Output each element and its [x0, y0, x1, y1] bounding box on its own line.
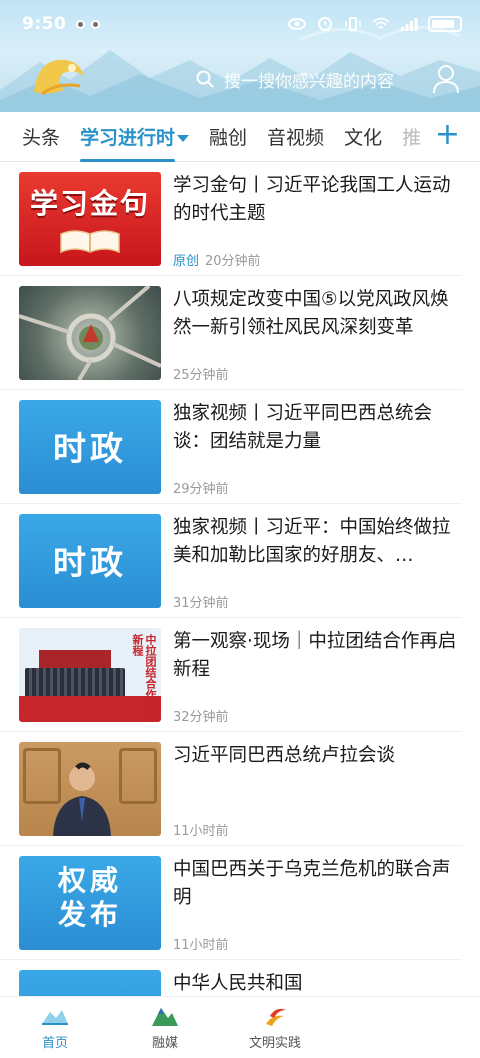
nav-label: 首页 [41, 1036, 68, 1051]
news-time: 31分钟前 [173, 596, 229, 611]
thumbnail-image [19, 970, 161, 996]
search-placeholder: 搜一搜你感兴趣的内容 [224, 71, 394, 92]
news-title: 习近平同巴西总统卢拉会谈 [173, 745, 396, 766]
add-channel-icon[interactable]: + [435, 120, 460, 150]
origin-badge: 原创 [173, 254, 200, 269]
status-bar: 9:50 [0, 0, 480, 48]
status-time: 9:50 [22, 14, 67, 34]
battery-icon [428, 16, 462, 32]
news-meta: 11小时前 [173, 934, 229, 953]
caret-down-icon [177, 135, 190, 142]
thumbnail-image: 中拉团结合作再启新程 [19, 628, 161, 722]
list-item[interactable]: 学习金句 学习金句丨习近平论我国工人运动的时代主题 原创 20分钟前 [0, 162, 462, 276]
channel-tabs: 头条 学习进行时 融创 音视频 文化 推 + [0, 112, 480, 162]
user-icon[interactable] [432, 64, 460, 94]
list-item[interactable]: 习近平同巴西总统卢拉会谈 11小时前 [0, 732, 462, 846]
notification-dot-icon [76, 19, 86, 29]
torch-icon [266, 1008, 286, 1026]
nav-home[interactable]: 首页 [0, 1004, 110, 1051]
news-title: 八项规定改变中国⑤以党风政风焕然一新引领社风民风深刻变革 [173, 289, 449, 338]
news-time: 29分钟前 [173, 482, 229, 497]
thumbnail-caption: 时政 [53, 543, 127, 582]
nav-civilization[interactable]: 文明实践 [220, 1004, 330, 1051]
tab-study-label: 学习进行时 [80, 127, 176, 149]
news-title: 独家视频丨习近平同巴西总统会谈：团结就是力量 [173, 403, 433, 452]
news-meta: 原创 20分钟前 [173, 250, 261, 269]
thumbnail-caption: 权威发布 [57, 864, 122, 931]
thumbnail-image: 时政 [19, 400, 161, 494]
news-time: 25分钟前 [173, 368, 229, 383]
list-item[interactable]: 中拉团结合作再启新程 第一观察·现场｜中拉团结合作再启新程 32分钟前 [0, 618, 462, 732]
notification-dot-icon [91, 19, 101, 29]
nav-label: 文明实践 [248, 1036, 301, 1051]
home-icon [42, 1010, 68, 1025]
list-item[interactable]: 时政 独家视频丨习近平：中国始终做拉美和加勒比国家的好朋友、… 31分钟前 [0, 504, 462, 618]
vibrate-icon [345, 17, 361, 31]
thumbnail-image: 学习金句 [19, 172, 161, 266]
news-time: 11小时前 [173, 938, 229, 953]
thumbnail-image [19, 742, 161, 836]
news-time: 20分钟前 [205, 254, 261, 269]
list-item[interactable]: 权威发布 中国巴西关于乌克兰危机的联合声明 11小时前 [0, 846, 462, 960]
nav-media[interactable]: 融媒 [110, 1004, 220, 1051]
news-title: 独家视频丨习近平：中国始终做拉美和加勒比国家的好朋友、… [173, 517, 451, 566]
news-title: 中华人民共和国 [173, 973, 303, 994]
thumbnail-caption: 学习金句 [29, 187, 150, 220]
news-meta: 25分钟前 [173, 364, 229, 383]
thumbnail-caption: 中拉团结合作再启新程 [131, 634, 157, 722]
thumbnail-image [19, 286, 161, 380]
news-meta: 11小时前 [173, 820, 229, 839]
news-time: 32分钟前 [173, 710, 229, 725]
alarm-icon [318, 17, 332, 31]
tab-culture[interactable]: 文化 [344, 123, 382, 150]
tab-rongchuang[interactable]: 融创 [209, 123, 247, 150]
app-logo[interactable] [28, 52, 94, 104]
wifi-icon [372, 17, 390, 29]
book-icon [60, 230, 120, 254]
bottom-navigation: 首页 融媒 文明实践 [0, 996, 480, 1058]
news-meta: 31分钟前 [173, 592, 229, 611]
news-meta: 29分钟前 [173, 478, 229, 497]
news-title: 中国巴西关于乌克兰危机的联合声明 [173, 859, 451, 908]
thumbnail-image: 时政 [19, 514, 161, 608]
news-meta: 32分钟前 [173, 706, 229, 725]
news-list: 学习金句 学习金句丨习近平论我国工人运动的时代主题 原创 20分钟前 八项规定改变… [0, 162, 480, 996]
search-icon [196, 70, 214, 88]
nav-label: 融媒 [151, 1036, 178, 1051]
aerial-photo [19, 286, 161, 380]
app-header: 9:50 搜一搜你感兴趣的内容 [0, 0, 480, 112]
news-title: 学习金句丨习近平论我国工人运动的时代主题 [173, 175, 451, 224]
thumbnail-image: 权威发布 [19, 856, 161, 950]
thumbnail-caption: 时政 [53, 429, 127, 468]
tab-study[interactable]: 学习进行时 [80, 123, 190, 162]
tab-more-partial[interactable]: 推 [402, 123, 421, 150]
list-item[interactable]: 中华人民共和国 [0, 960, 462, 996]
mountain-icon [152, 1008, 178, 1026]
list-item[interactable]: 时政 独家视频丨习近平同巴西总统会谈：团结就是力量 29分钟前 [0, 390, 462, 504]
eye-icon [288, 18, 306, 30]
signal-icon [401, 18, 418, 31]
news-title: 第一观察·现场｜中拉团结合作再启新程 [173, 631, 457, 680]
list-item[interactable]: 八项规定改变中国⑤以党风政风焕然一新引领社风民风深刻变革 25分钟前 [0, 276, 462, 390]
tab-audio-video[interactable]: 音视频 [267, 123, 324, 150]
news-time: 11小时前 [173, 824, 229, 839]
person-photo [53, 762, 111, 836]
tab-headlines[interactable]: 头条 [22, 123, 60, 150]
search-bar[interactable]: 搜一搜你感兴趣的内容 [178, 60, 404, 98]
